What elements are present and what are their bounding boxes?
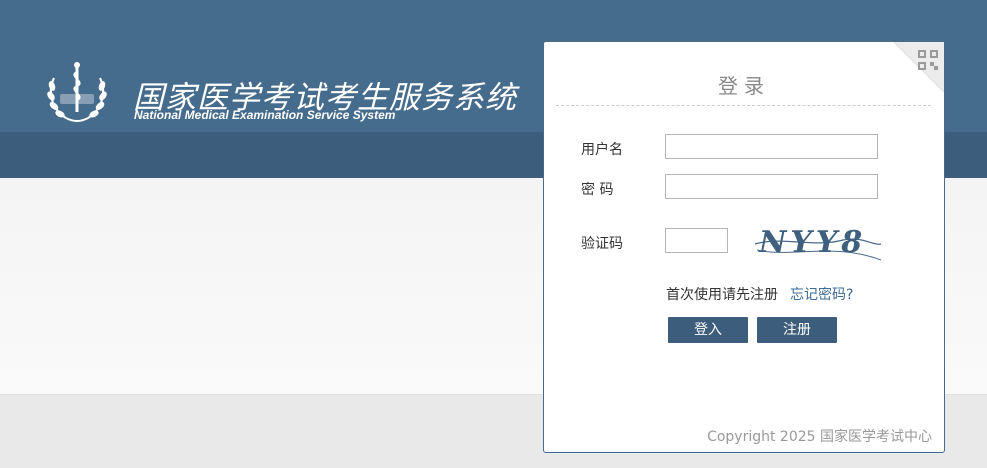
password-label: 密 码: [581, 182, 614, 198]
captcha-label: 验证码: [581, 236, 623, 252]
auth-links: 首次使用请先注册 忘记密码?: [666, 284, 853, 304]
title-divider: [556, 105, 931, 106]
copyright-text: Copyright 2025 国家医学考试中心: [707, 429, 932, 445]
forgot-password-link[interactable]: 忘记密码?: [790, 287, 853, 303]
captcha-input[interactable]: [665, 228, 728, 253]
password-input[interactable]: [665, 174, 878, 199]
username-input[interactable]: [665, 134, 878, 159]
site-subtitle: National Medical Examination Service Sys…: [134, 108, 396, 122]
medical-emblem-logo: [47, 62, 107, 122]
login-panel: 登录 用户名 密 码 验证码 NYY8 首次使用请先注册 忘记密码? 登入 注册 …: [543, 41, 945, 453]
captcha-text: NYY8: [758, 225, 866, 260]
username-label: 用户名: [581, 142, 623, 158]
register-button[interactable]: 注册: [757, 317, 837, 343]
first-use-register-link[interactable]: 首次使用请先注册: [666, 287, 778, 303]
login-button[interactable]: 登入: [668, 317, 748, 343]
login-title: 登录: [718, 74, 770, 98]
captcha-image[interactable]: NYY8: [753, 218, 883, 266]
